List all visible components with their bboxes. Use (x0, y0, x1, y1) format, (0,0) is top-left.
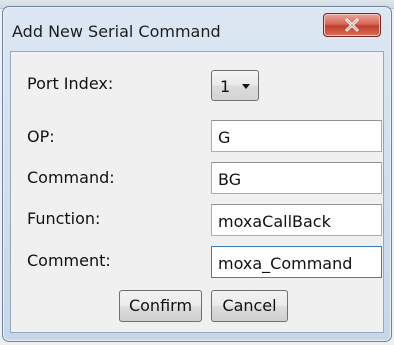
port-index-select[interactable]: 1 (211, 70, 259, 101)
function-label: Function: (27, 209, 101, 228)
command-field[interactable]: BG (211, 162, 382, 194)
dialog-title: Add New Serial Command (12, 22, 221, 41)
dialog-body: Port Index: 1 OP: G Command: BG Function… (10, 51, 384, 333)
confirm-button[interactable]: Confirm (119, 290, 202, 322)
close-icon (345, 18, 359, 32)
op-label: OP: (27, 127, 55, 146)
add-serial-command-dialog: Add New Serial Command Port Index: 1 OP:… (2, 6, 392, 342)
function-field[interactable]: moxaCallBack (211, 204, 382, 236)
command-label: Command: (27, 168, 115, 187)
cancel-button[interactable]: Cancel (211, 290, 288, 322)
op-field[interactable]: G (211, 120, 382, 152)
port-index-value: 1 (220, 77, 231, 96)
title-bar[interactable]: Add New Serial Command (3, 7, 391, 51)
close-button[interactable] (323, 13, 381, 37)
comment-label: Comment: (27, 251, 111, 270)
chevron-down-icon (242, 84, 250, 89)
port-index-label: Port Index: (27, 74, 114, 93)
comment-field[interactable]: moxa_Command (211, 246, 382, 278)
